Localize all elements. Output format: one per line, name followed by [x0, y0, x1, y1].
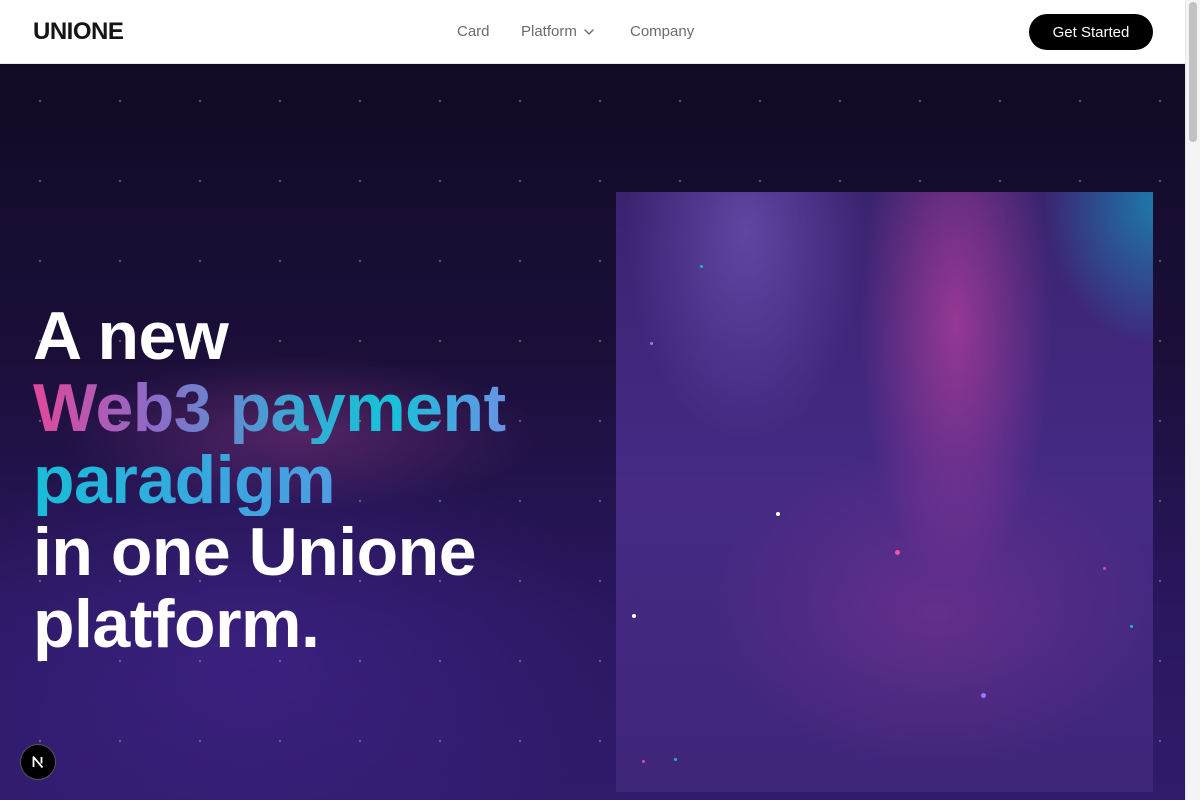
chevron-down-icon	[584, 28, 594, 35]
page-scrollbar[interactable]	[1185, 0, 1200, 800]
scrollbar-thumb[interactable]	[1189, 2, 1197, 142]
headline-line-1: A new	[33, 298, 229, 374]
nav-link-company[interactable]: Company	[630, 23, 694, 40]
nextjs-dev-badge[interactable]	[20, 744, 56, 780]
sparkle-star	[642, 760, 645, 763]
sparkle-star	[1130, 625, 1133, 628]
top-navbar: UNIONE Card Platform Company Get Started	[0, 0, 1185, 64]
headline-line-2: Web3 payment	[33, 370, 506, 446]
nav-link-platform[interactable]: Platform	[521, 23, 595, 40]
nav-links: Card Platform Company	[0, 0, 1185, 64]
sparkle-star	[632, 614, 636, 618]
nextjs-icon	[32, 756, 44, 769]
nav-link-company-label: Company	[630, 23, 695, 40]
sparkle-star	[1103, 567, 1106, 570]
sparkle-star	[895, 550, 900, 555]
nav-link-platform-label: Platform	[521, 23, 577, 40]
sparkle-star	[981, 693, 986, 698]
hero-visual-panel	[616, 192, 1153, 792]
sparkle-star	[776, 512, 780, 516]
headline-line-4: in one Unione	[33, 514, 477, 590]
sparkle-star	[650, 342, 653, 345]
headline-line-3: paradigm	[33, 444, 506, 516]
get-started-button[interactable]: Get Started	[1029, 14, 1153, 50]
nav-link-card[interactable]: Card	[457, 23, 490, 40]
hero-headline: A new Web3 payment paradigm in one Union…	[33, 300, 506, 660]
sparkle-star	[700, 265, 703, 268]
nav-link-card-label: Card	[457, 23, 490, 40]
hero-section: A new Web3 payment paradigm in one Union…	[0, 64, 1185, 800]
headline-line-5: platform.	[33, 586, 320, 662]
sparkle-star	[674, 758, 677, 761]
